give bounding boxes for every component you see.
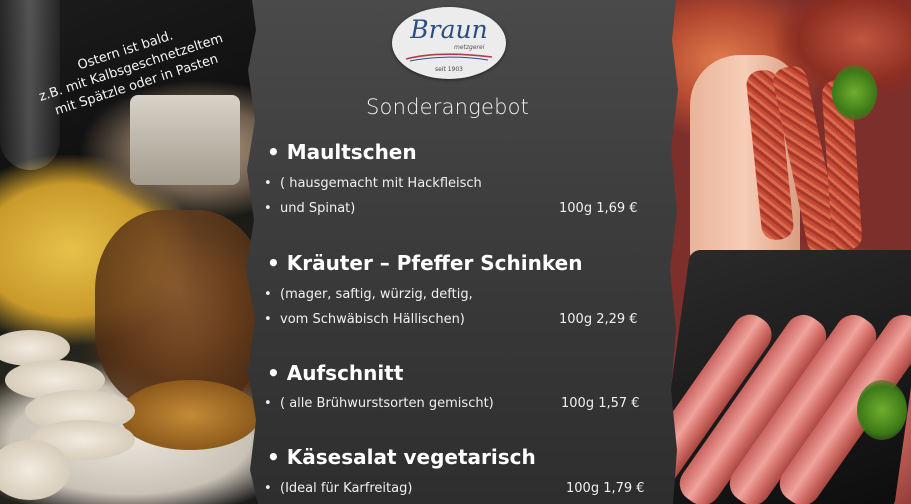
menu-item-title-text: Käsesalat vegetarisch (286, 445, 536, 469)
bullet-icon: • (264, 287, 272, 302)
menu-item-title: • Kräuter – Pfeffer Schinken (267, 251, 582, 275)
mushroom-slice-image (0, 440, 70, 500)
tin-can-image (130, 95, 240, 185)
menu-item-detail-text: (Ideal für Karfreitag) (280, 481, 413, 496)
menu-item-title-text: Kräuter – Pfeffer Schinken (286, 251, 583, 275)
logo-subtitle: metzgerei (454, 44, 485, 51)
logo-swoosh-icon (405, 53, 493, 62)
menu-item-price: 100g 2,29 € (559, 312, 638, 327)
menu-item-detail: • (Ideal für Karfreitag) (264, 481, 412, 496)
right-sausage-photo (625, 0, 911, 504)
menu-item-detail-text: (mager, saftig, würzig, deftig, (280, 287, 473, 302)
herb-garnish-image (857, 380, 907, 440)
flyer-canvas: Ostern ist bald. z.B. mit Kalbsgeschnetz… (0, 0, 911, 504)
menu-item-detail: • und Spinat) (264, 201, 355, 216)
menu-item-detail-text: und Spinat) (280, 201, 356, 216)
menu-item-price: 100g 1,57 € (561, 396, 640, 411)
menu-item-title: • Käsesalat vegetarisch (267, 445, 536, 469)
menu-item-title: • Aufschnitt (267, 361, 403, 385)
sauce-image (120, 380, 260, 450)
menu-item-detail-text: vom Schwäbisch Hällischen) (280, 312, 465, 327)
offer-heading: Sonderangebot (366, 95, 530, 119)
menu-item-detail: • ( alle Brühwurstsorten gemischt) (264, 396, 494, 411)
menu-item-detail: • ( hausgemacht mit Hackfleisch (264, 176, 482, 191)
menu-item-title-text: Aufschnitt (286, 361, 404, 385)
logo-since: seit 1903 (434, 66, 463, 73)
bullet-icon: • (267, 251, 287, 275)
bullet-icon: • (264, 396, 272, 411)
bullet-icon: • (267, 361, 287, 385)
logo-wordmark: Braun (410, 15, 488, 44)
bullet-icon: • (264, 176, 272, 191)
menu-item-price: 100g 1,69 € (559, 201, 638, 216)
bullet-icon: • (264, 481, 272, 496)
menu-item-title: • Maultschen (267, 140, 417, 164)
menu-item-detail: • vom Schwäbisch Hällischen) (264, 312, 465, 327)
bullet-icon: • (267, 140, 287, 164)
menu-item-detail-text: ( alle Brühwurstsorten gemischt) (280, 396, 494, 411)
herb-garnish-image (832, 65, 877, 120)
left-food-photo: Ostern ist bald. z.B. mit Kalbsgeschnetz… (0, 0, 270, 504)
menu-item-title-text: Maultschen (286, 140, 417, 164)
menu-item-detail-text: ( hausgemacht mit Hackfleisch (280, 176, 482, 191)
bullet-icon: • (264, 312, 272, 327)
braun-logo: Braun metzgerei seit 1903 (392, 7, 506, 79)
bullet-icon: • (267, 445, 287, 469)
menu-item-price: 100g 1,79 € (566, 481, 645, 496)
menu-item-detail: • (mager, saftig, würzig, deftig, (264, 287, 473, 302)
bullet-icon: • (264, 201, 272, 216)
